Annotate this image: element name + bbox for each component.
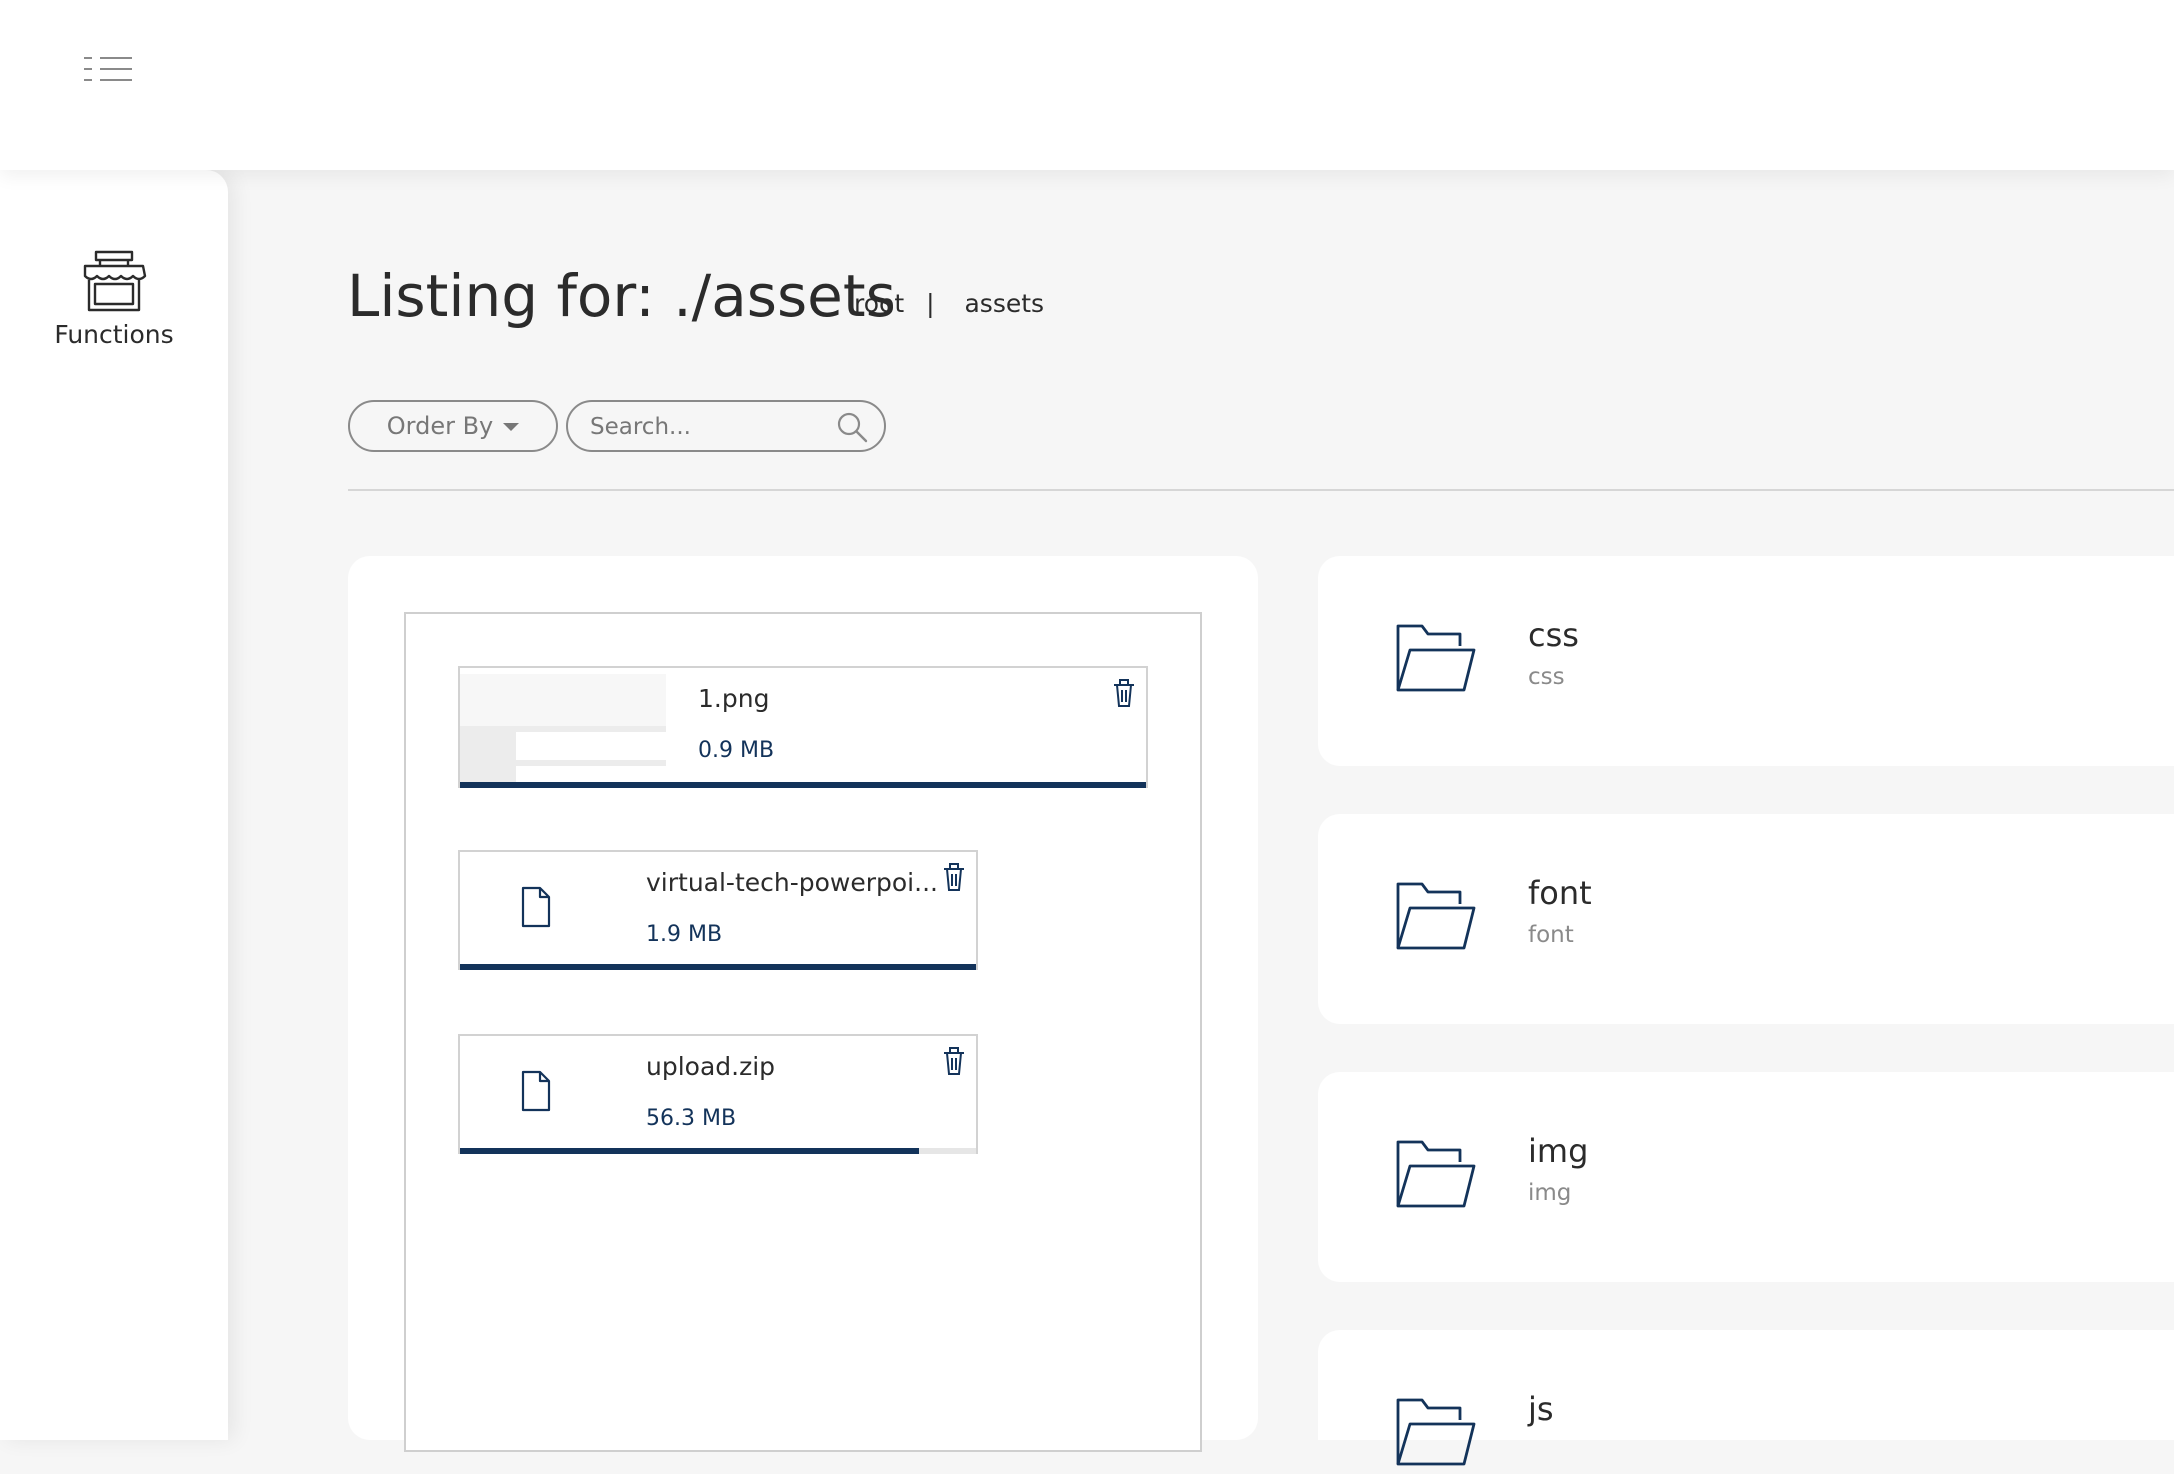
top-bar (0, 0, 2174, 170)
folder-path: font (1528, 922, 1574, 948)
order-by-dropdown[interactable]: Order By (348, 400, 558, 452)
folder-card-js[interactable]: js (1318, 1330, 2174, 1466)
breadcrumb-root-link[interactable]: root (854, 289, 904, 318)
trash-icon[interactable] (1112, 678, 1136, 712)
folder-open-icon (1394, 620, 1478, 700)
caret-down-icon (503, 423, 520, 431)
breadcrumb-separator: | (926, 289, 935, 318)
breadcrumb-assets-link[interactable]: assets (964, 289, 1044, 318)
file-icon (520, 1070, 552, 1116)
upload-progress-fill (460, 1148, 920, 1154)
file-size: 1.9 MB (646, 922, 723, 947)
upload-dropzone[interactable]: 1.png 0.9 MB virtual-tech-powerpoi... 1.… (404, 612, 1202, 1452)
file-name: upload.zip (646, 1052, 776, 1081)
file-name: 1.png (698, 684, 770, 713)
search-icon[interactable] (836, 411, 868, 447)
folder-name: css (1528, 616, 1579, 654)
divider (348, 489, 2174, 491)
folder-path: css (1528, 664, 1565, 690)
list-menu-icon[interactable] (80, 52, 136, 86)
folder-name: js (1528, 1390, 1554, 1428)
trash-icon[interactable] (942, 862, 966, 896)
upload-panel: 1.png 0.9 MB virtual-tech-powerpoi... 1.… (348, 556, 1258, 1452)
order-by-label: Order By (386, 412, 494, 440)
folder-card-img[interactable]: img img (1318, 1072, 2174, 1282)
upload-progress-fill (460, 782, 1146, 788)
folder-path: img (1528, 1180, 1572, 1206)
file-size: 56.3 MB (646, 1106, 737, 1131)
folder-open-icon (1394, 1136, 1478, 1216)
upload-progress (460, 782, 1146, 788)
sidebar: Functions (0, 170, 228, 1440)
breadcrumb: root | assets (854, 289, 1044, 318)
sidebar-item-label: Functions (54, 320, 174, 349)
sidebar-item-functions[interactable]: Functions (0, 246, 228, 366)
file-size: 0.9 MB (698, 738, 775, 763)
storefront-icon (83, 250, 147, 312)
upload-item: 1.png 0.9 MB (458, 666, 1148, 788)
file-icon (520, 886, 552, 932)
file-thumbnail (460, 674, 666, 782)
folder-open-icon (1394, 878, 1478, 958)
search-box (566, 400, 886, 452)
upload-progress (460, 1148, 976, 1154)
folder-name: img (1528, 1132, 1589, 1170)
file-name: virtual-tech-powerpoi... (646, 868, 938, 897)
trash-icon[interactable] (942, 1046, 966, 1080)
folder-open-icon (1394, 1394, 1478, 1474)
folder-name: font (1528, 874, 1592, 912)
folder-card-font[interactable]: font font (1318, 814, 2174, 1024)
upload-item: upload.zip 56.3 MB (458, 1034, 978, 1154)
upload-progress-fill (460, 964, 976, 970)
search-input[interactable] (590, 410, 820, 444)
folder-card-css[interactable]: css css (1318, 556, 2174, 766)
upload-progress (460, 964, 976, 970)
upload-item: virtual-tech-powerpoi... 1.9 MB (458, 850, 978, 970)
page-title: Listing for: ./assets (347, 262, 896, 330)
